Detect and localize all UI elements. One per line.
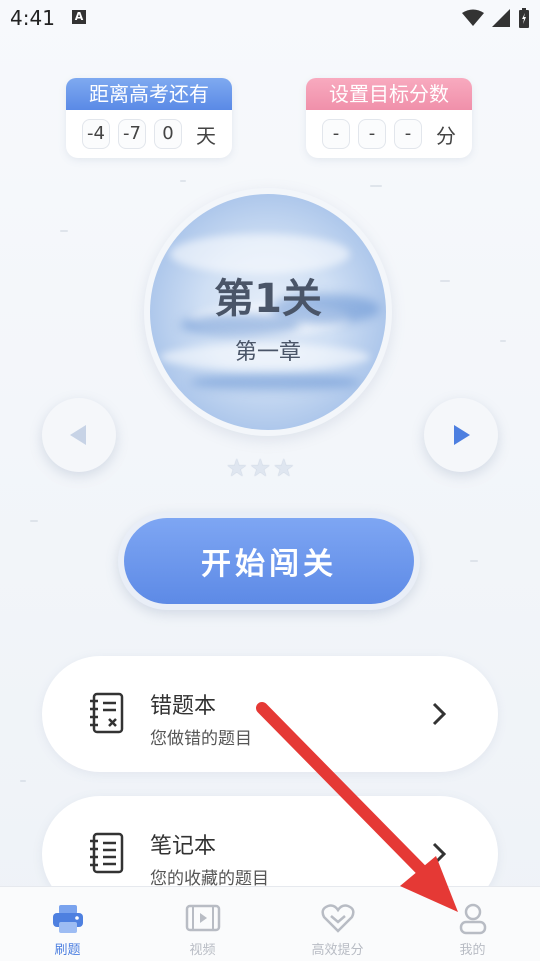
tab-score-boost[interactable]: 高效提分: [270, 887, 405, 961]
tab-label: 刷题: [54, 943, 81, 958]
level-stars: ★ ★ ★: [226, 455, 295, 481]
score-unit: 分: [436, 123, 456, 148]
level-badge[interactable]: 第1关 第一章: [144, 188, 392, 436]
wrong-notebook-item[interactable]: 错题本 您做错的题目: [42, 656, 498, 772]
tab-profile[interactable]: 我的: [405, 887, 540, 961]
countdown-digit: -4: [82, 119, 110, 149]
status-bar: 4:41 A: [0, 0, 540, 36]
menu-item-subtitle: 您做错的题目: [150, 729, 252, 749]
notification-badge-icon: A: [72, 10, 86, 24]
chevron-right-icon: [432, 702, 446, 726]
tab-label: 我的: [459, 943, 486, 958]
printer-icon: [52, 905, 83, 933]
tab-label: 高效提分: [311, 943, 364, 958]
battery-icon: [519, 8, 529, 28]
arrow-right-icon: [454, 425, 470, 445]
tab-label: 视频: [189, 943, 216, 958]
level-title: 第1关: [214, 276, 322, 322]
prev-level-button[interactable]: [42, 398, 116, 472]
score-digit: -: [322, 119, 350, 149]
tab-practice[interactable]: 刷题: [0, 887, 135, 961]
level-chapter: 第一章: [234, 340, 301, 365]
star-icon: ★: [273, 454, 295, 482]
target-score-title: 设置目标分数: [306, 78, 472, 110]
level-image: 第1关 第一章: [150, 194, 386, 430]
notebook-icon: [90, 832, 124, 874]
start-button-frame: 开始闯关: [118, 512, 420, 610]
star-icon: ★: [249, 454, 272, 482]
countdown-title: 距离高考还有: [66, 78, 232, 110]
heart-icon: [320, 904, 355, 933]
menu-item-title: 错题本: [150, 694, 217, 719]
start-challenge-button[interactable]: 开始闯关: [124, 518, 414, 604]
exam-countdown-card[interactable]: 距离高考还有 -4 -7 0 天: [66, 78, 232, 158]
arrow-left-icon: [70, 425, 86, 445]
wrong-notebook-icon: [90, 692, 124, 734]
score-digit: -: [358, 119, 386, 149]
tab-video[interactable]: 视频: [135, 887, 270, 961]
menu-item-title: 笔记本: [150, 834, 217, 859]
bottom-tab-bar: 刷题 视频 高效提分 我的: [0, 886, 540, 961]
wifi-icon: [462, 9, 484, 26]
status-time: 4:41: [10, 6, 55, 30]
user-icon: [459, 903, 486, 935]
countdown-digit: 0: [154, 119, 182, 149]
next-level-button[interactable]: [424, 398, 498, 472]
countdown-unit: 天: [196, 123, 216, 148]
star-icon: ★: [226, 454, 248, 482]
chevron-right-icon: [432, 842, 446, 866]
signal-icon: [492, 9, 510, 27]
countdown-digit: -7: [118, 119, 146, 149]
score-digit: -: [394, 119, 422, 149]
target-score-card[interactable]: 设置目标分数 - - - 分: [306, 78, 472, 158]
video-icon: [185, 904, 220, 932]
